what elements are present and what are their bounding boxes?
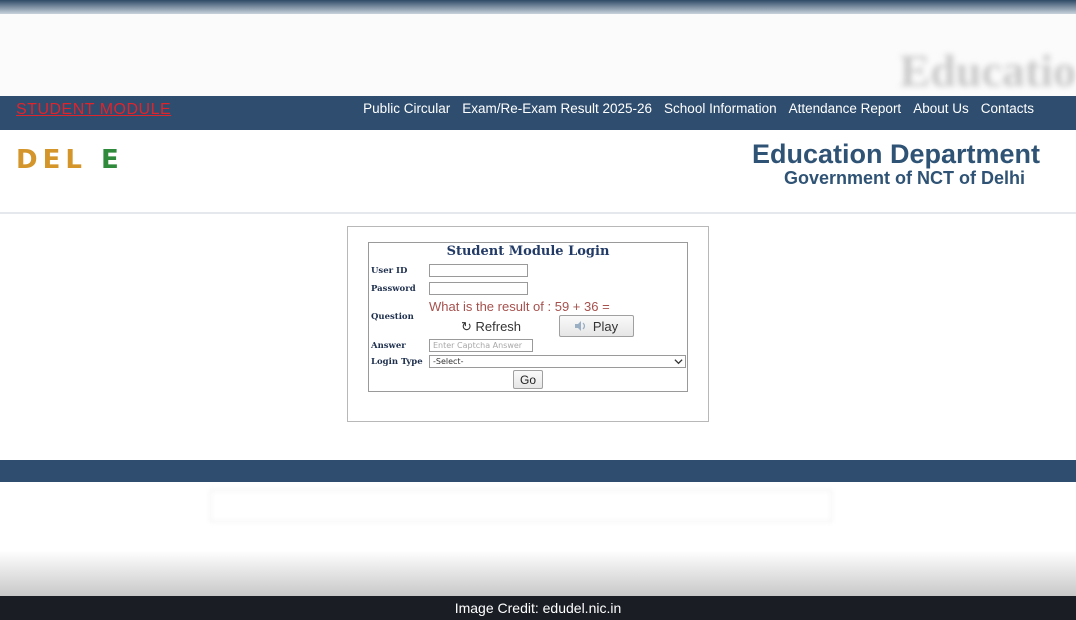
top-edge-bar [0, 0, 1076, 14]
play-label: Play [592, 318, 619, 334]
blurred-header: Educatio [0, 14, 1076, 96]
brand-strip: DEL E Education Department Government of… [0, 130, 1076, 214]
nav-school-information[interactable]: School Information [664, 101, 777, 116]
user-id-input[interactable] [429, 264, 528, 277]
login-type-select[interactable]: -Select- [429, 355, 686, 368]
image-credit: Image Credit: edudel.nic.in [0, 596, 1076, 620]
login-type-selected: -Select- [433, 357, 464, 366]
refresh-captcha-button[interactable]: ↻ Refresh [461, 319, 521, 335]
speaker-icon [574, 321, 585, 331]
nav-attendance-report[interactable]: Attendance Report [789, 101, 902, 116]
password-input[interactable] [429, 282, 528, 295]
answer-label: Answer [371, 341, 406, 351]
department-title: Education Department [751, 139, 1040, 169]
blurred-box [210, 490, 832, 522]
chevron-down-icon [674, 359, 683, 365]
nav-contacts[interactable]: Contacts [981, 101, 1034, 116]
captcha-question: What is the result of : 59 + 36 = [429, 299, 610, 314]
nav-about-us[interactable]: About Us [913, 101, 969, 116]
captcha-answer-input[interactable] [429, 339, 533, 352]
nav-menu: Public Circular Exam/Re-Exam Result 2025… [363, 101, 1034, 116]
question-label: Question [371, 312, 414, 322]
user-id-label: User ID [371, 266, 408, 276]
password-label: Password [371, 284, 416, 294]
edudel-logo: DEL E [16, 145, 124, 175]
login-form: Student Module Login User ID Password Qu… [368, 242, 688, 392]
login-title: Student Module Login [446, 244, 610, 259]
go-button[interactable]: Go [513, 370, 543, 389]
logo-text-del: DEL [16, 145, 87, 175]
student-module-link[interactable]: STUDENT MODULE [16, 101, 171, 119]
blurred-lower-area [0, 482, 1076, 596]
blurred-site-title: Educatio [899, 45, 1076, 96]
nav-exam-result[interactable]: Exam/Re-Exam Result 2025-26 [462, 101, 652, 116]
logo-text-e: E [100, 145, 124, 175]
department-subtitle: Government of NCT of Delhi [783, 168, 1025, 188]
top-navbar: STUDENT MODULE Public Circular Exam/Re-E… [0, 96, 1076, 130]
footer-bar [0, 460, 1076, 482]
login-container: Student Module Login User ID Password Qu… [347, 226, 709, 422]
play-audio-captcha-button[interactable]: Play [559, 315, 634, 337]
main-content: Student Module Login User ID Password Qu… [0, 214, 1076, 460]
login-type-label: Login Type [371, 357, 423, 367]
nav-public-circular[interactable]: Public Circular [363, 101, 450, 116]
